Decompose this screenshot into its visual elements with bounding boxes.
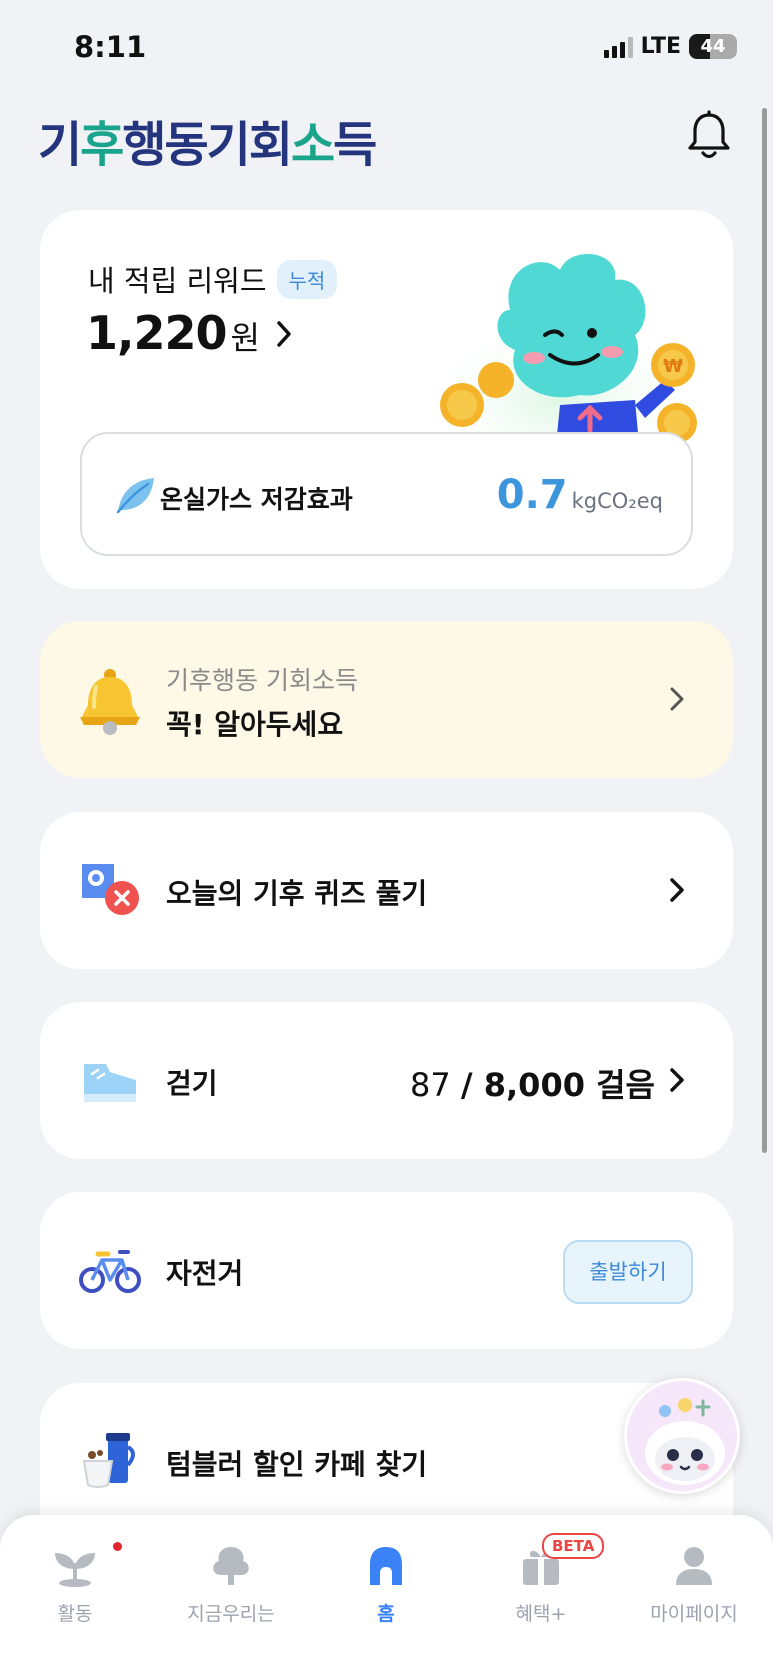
ghg-reduction-box: 온실가스 저감효과 0.7 kgCO₂eq [80,432,693,556]
walking-label: 걷기 [166,1067,218,1100]
sneaker-icon [84,1064,136,1102]
tab-now-we-label: 지금우리는 [187,1603,275,1625]
home-screen: 8:11 LTE 44 기후행동기회소득 내 적립 리워드 누적 1,220 원… [0,0,773,1673]
ghg-unit: kgCO₂eq [571,489,663,513]
start-ride-button[interactable]: 출발하기 [563,1240,693,1304]
bicycle-card[interactable]: 자전거 출발하기 [40,1192,733,1349]
tab-activity-label: 활동 [57,1603,93,1625]
chatbot-floating-button[interactable] [624,1378,740,1494]
tab-activity[interactable]: 활동 [10,1543,140,1643]
reward-card[interactable]: 내 적립 리워드 누적 1,220 원 ₩ 온실가스 저감효과 0.7 kgCO… [40,210,733,589]
quiz-ox-icon [82,864,139,915]
status-bar: 8:11 LTE 44 [0,0,773,100]
current-steps: 87 [410,1066,451,1104]
bottom-tab-bar: 활동 지금우리는 홈 혜택+ BETA 마이페이지 [0,1515,773,1673]
new-activity-dot [113,1542,122,1551]
header: 기후행동기회소득 [0,100,773,180]
chevron-right-icon [670,687,684,711]
notice-title: 꼭! 알아두세요 [166,708,344,741]
reward-amount-value: 1,220 [86,306,228,360]
reward-amount-unit: 원 [230,319,260,357]
battery-level: 44 [700,36,726,57]
tab-now-we[interactable]: 지금우리는 [166,1543,296,1643]
tab-mypage[interactable]: 마이페이지 [629,1543,759,1643]
chevron-right-icon [670,1068,684,1092]
tumbler-cup-icon [82,1433,135,1488]
cumulative-badge: 누적 [276,259,338,299]
tab-home-label: 홈 [377,1603,395,1625]
chevron-right-icon [277,321,291,347]
climate-quiz-card[interactable]: 오늘의 기후 퀴즈 풀기 [40,812,733,969]
tab-benefits-label: 혜택+ [515,1603,567,1625]
network-type: LTE [640,34,681,59]
activity-sprout-icon [55,1553,95,1587]
ghg-value-group: 0.7 kgCO₂eq [497,472,663,518]
bicycle-icon [79,1250,141,1293]
ghg-label: 온실가스 저감효과 [160,485,353,514]
notice-subtitle: 기후행동 기회소득 [166,666,358,695]
notification-bell-icon[interactable] [686,110,732,162]
leaf-icon [116,478,154,514]
chevron-right-icon [670,878,684,902]
ghg-value: 0.7 [496,472,568,518]
app-logo: 기후행동기회소득 [38,117,377,173]
tumbler-label: 텀블러 할인 카페 찾기 [166,1448,428,1481]
quiz-label: 오늘의 기후 퀴즈 풀기 [166,877,428,910]
tab-home[interactable]: 홈 [321,1543,451,1643]
svg-text:₩: ₩ [663,356,683,377]
mascot-character-illustration: ₩ [410,253,710,455]
bicycle-label: 자전거 [166,1257,244,1290]
scrollbar[interactable] [762,108,767,1153]
step-count: 87 / 8,000 걸음 [410,1060,655,1106]
golden-bell-icon [80,669,140,735]
battery-icon: 44 [689,34,737,59]
home-icon [370,1547,402,1585]
reward-title-row: 내 적립 리워드 누적 [88,258,338,300]
reward-amount[interactable]: 1,220 원 [86,306,294,360]
tree-icon [213,1547,249,1585]
beta-badge: BETA [542,1533,605,1559]
signal-icon [603,36,633,58]
status-icons: LTE 44 [603,34,737,59]
user-profile-icon [676,1547,712,1585]
walking-card[interactable]: 걷기 87 / 8,000 걸음 [40,1002,733,1159]
tab-mypage-label: 마이페이지 [650,1603,738,1625]
notice-card[interactable]: 기후행동 기회소득 꼭! 알아두세요 [40,621,733,778]
step-goal: / 8,000 걸음 [460,1066,655,1104]
status-time: 8:11 [74,30,147,64]
reward-title: 내 적립 리워드 [88,264,267,298]
